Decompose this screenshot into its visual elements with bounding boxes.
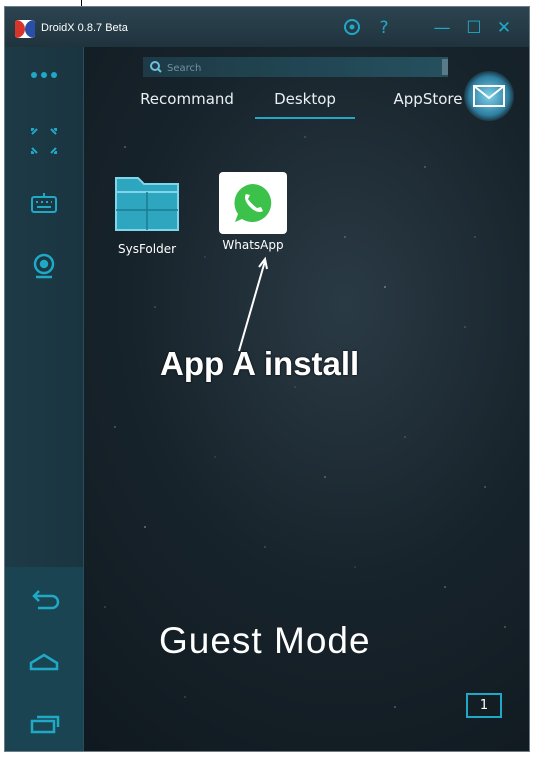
minimize-icon[interactable]: — <box>431 17 453 39</box>
search-icon <box>150 61 162 73</box>
recent-apps-icon[interactable] <box>24 703 64 743</box>
search-input[interactable] <box>165 57 429 79</box>
camera-icon[interactable] <box>24 247 64 287</box>
sidebar <box>5 47 84 751</box>
search-bar[interactable] <box>143 57 448 79</box>
emulator-window: DroidX 0.8.7 Beta ? — ☐ ✕ Search Recomma… <box>4 6 530 752</box>
app-label: WhatsApp <box>222 238 284 252</box>
title-bar: DroidX 0.8.7 Beta ? — ☐ ✕ <box>5 7 529 47</box>
app-whatsapp[interactable]: WhatsApp <box>213 172 293 252</box>
settings-icon[interactable] <box>341 17 363 39</box>
app-label: SysFolder <box>117 242 177 256</box>
maximize-icon[interactable]: ☐ <box>463 17 485 39</box>
whatsapp-icon <box>219 172 287 234</box>
page-indicator[interactable]: 1 <box>466 693 502 718</box>
guest-mode-label: Guest Mode <box>159 620 371 661</box>
droidx-logo-icon <box>15 20 35 38</box>
more-dots-icon[interactable] <box>24 55 64 95</box>
folder-icon <box>115 177 179 231</box>
sidebar-tools <box>5 47 83 567</box>
app-sysfolder[interactable]: SysFolder <box>111 172 183 256</box>
keyboard-icon[interactable] <box>24 184 64 224</box>
back-icon[interactable] <box>24 579 64 619</box>
home-icon[interactable] <box>24 641 64 681</box>
tab-bar: Recommand Desktop AppStore <box>83 85 529 119</box>
tab-recommand[interactable]: Recommand <box>129 85 245 117</box>
annotation-label: App A install <box>160 345 360 382</box>
tab-appstore[interactable]: AppStore <box>383 85 473 117</box>
app-title: DroidX 0.8.7 Beta <box>41 22 128 34</box>
fullscreen-icon[interactable] <box>24 121 64 161</box>
mail-icon[interactable] <box>464 71 514 121</box>
tab-desktop[interactable]: Desktop <box>255 85 355 119</box>
android-nav-bar <box>5 567 83 751</box>
close-icon[interactable]: ✕ <box>493 17 515 39</box>
search-scrollbar[interactable] <box>442 59 448 75</box>
help-icon[interactable]: ? <box>373 17 395 39</box>
